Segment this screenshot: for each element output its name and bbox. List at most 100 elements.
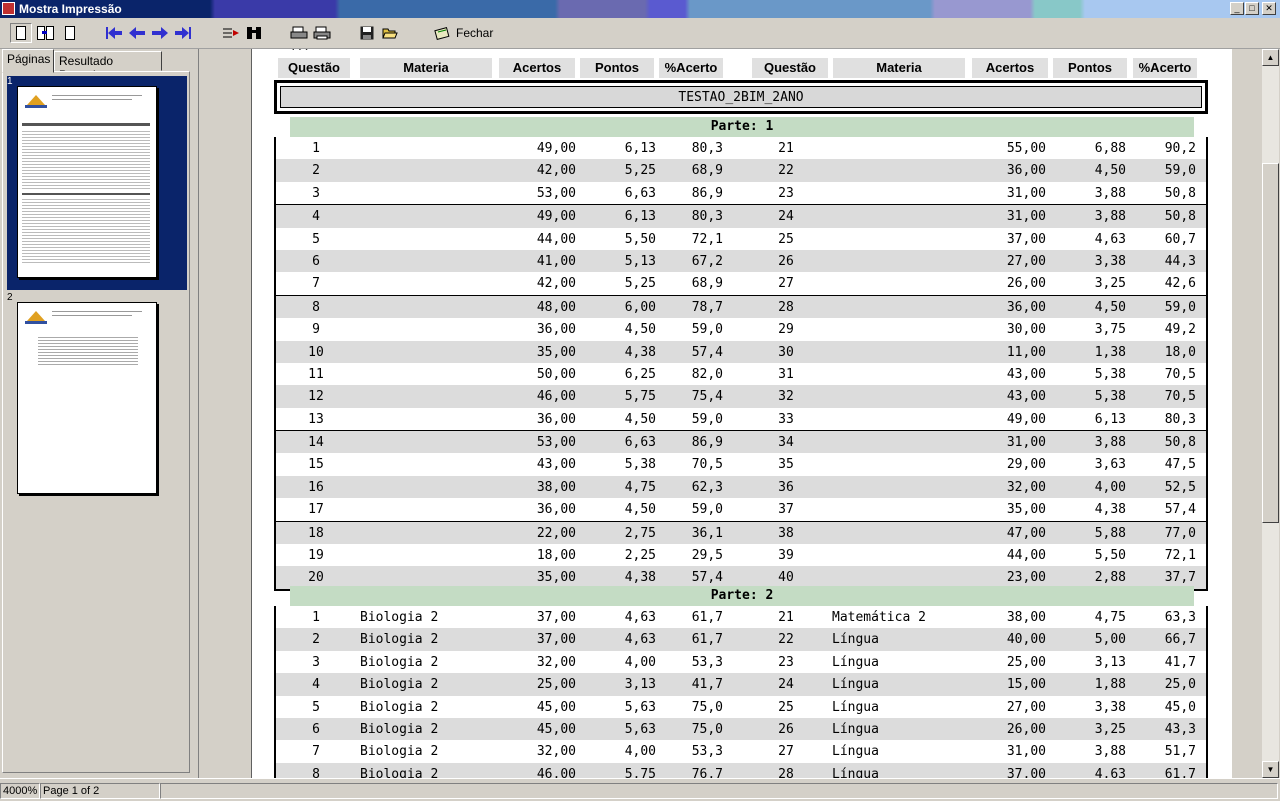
- percent-cell: 61,7: [691, 632, 723, 648]
- percent-cell: 59,0: [1164, 299, 1196, 315]
- preview-area[interactable]: ... Questão Materia Acertos Pontos %Acer…: [198, 49, 1263, 778]
- question-num-cell: 5: [312, 231, 320, 247]
- table-row: 13 36,00 4,50 59,0 33 49,00 6,13 80,3: [276, 408, 1206, 430]
- points-cell: 4,50: [624, 411, 656, 427]
- hits-cell: 22,00: [536, 525, 576, 541]
- percent-cell: 44,3: [1164, 253, 1196, 269]
- first-page-button[interactable]: [104, 23, 124, 43]
- scroll-down-button[interactable]: ▼: [1262, 761, 1279, 778]
- points-cell: 4,63: [1094, 231, 1126, 247]
- points-cell: 2,88: [1094, 570, 1126, 586]
- table-row: 5 44,00 5,50 72,1 25 37,00 4,63 60,7: [276, 228, 1206, 250]
- question-num-cell: 2: [312, 632, 320, 648]
- hits-cell: 37,00: [536, 610, 576, 625]
- hits-cell: 31,00: [1006, 435, 1046, 451]
- percent-cell: 75,0: [691, 699, 723, 715]
- page-width-button[interactable]: [60, 23, 80, 43]
- status-message: [160, 783, 1278, 799]
- points-cell: 3,13: [624, 677, 656, 693]
- subject-cell: Biologia 2: [360, 744, 439, 760]
- subject-cell: Língua: [832, 654, 879, 670]
- scroll-up-button[interactable]: ▲: [1262, 49, 1279, 66]
- question-num-cell: 11: [308, 366, 324, 382]
- question-num-cell: 14: [308, 435, 324, 451]
- points-cell: 6,25: [624, 366, 656, 382]
- vertical-scrollbar[interactable]: ▲ ▼: [1262, 49, 1279, 778]
- print-button[interactable]: [311, 23, 333, 43]
- binoculars-icon: [247, 27, 261, 39]
- subject-cell: Matemática 2: [832, 610, 926, 625]
- percent-cell: 66,7: [1164, 632, 1196, 648]
- points-cell: 5,13: [624, 253, 656, 269]
- points-cell: 2,25: [624, 548, 656, 564]
- two-page-view-button[interactable]: [34, 23, 58, 43]
- hits-cell: 37,00: [536, 632, 576, 648]
- hits-cell: 36,00: [1006, 163, 1046, 179]
- scroll-thumb[interactable]: [1262, 163, 1279, 523]
- points-cell: 5,00: [1094, 632, 1126, 648]
- points-cell: 4,50: [624, 322, 656, 338]
- question-num-cell: 18: [308, 525, 324, 541]
- next-page-button[interactable]: [150, 23, 170, 43]
- clipped-header-text: ...: [290, 49, 310, 53]
- col-header: Pontos: [1053, 58, 1127, 78]
- percent-cell: 47,5: [1164, 457, 1196, 473]
- points-cell: 4,75: [1094, 610, 1126, 625]
- percent-cell: 70,5: [1164, 389, 1196, 405]
- page-thumbnail-1[interactable]: [17, 86, 157, 278]
- subject-cell: Biologia 2: [360, 610, 439, 625]
- hits-cell: 42,00: [536, 163, 576, 179]
- table-row: 1 Biologia 2 37,00 4,63 61,7 21 Matemática 2 38…: [276, 606, 1206, 628]
- question-num-cell: 1: [312, 141, 320, 156]
- points-cell: 3,88: [1094, 435, 1126, 451]
- question-num-cell: 16: [308, 479, 324, 495]
- tab-resultado-pesquisa[interactable]: Resultado Pesquisa: [54, 51, 162, 82]
- hits-cell: 49,00: [536, 141, 576, 156]
- thumbnail-number: 2: [7, 292, 13, 303]
- points-cell: 3,88: [1094, 209, 1126, 225]
- previous-page-button[interactable]: [127, 23, 147, 43]
- hits-cell: 30,00: [1006, 322, 1046, 338]
- percent-cell: 82,0: [691, 366, 723, 382]
- close-button[interactable]: ✕: [1262, 2, 1276, 15]
- question-num-cell: 29: [778, 322, 794, 338]
- page-thumbnail-2[interactable]: [17, 302, 157, 494]
- print-setup-button[interactable]: [288, 23, 310, 43]
- hits-cell: 45,00: [536, 699, 576, 715]
- question-num-cell: 8: [312, 299, 320, 315]
- hits-cell: 35,00: [1006, 502, 1046, 518]
- left-panel: Páginas Resultado Pesquisa 1 2: [0, 49, 197, 778]
- percent-cell: 18,0: [1164, 344, 1196, 360]
- open-button[interactable]: [379, 23, 401, 43]
- points-cell: 3,25: [1094, 276, 1126, 292]
- question-num-cell: 13: [308, 411, 324, 427]
- tab-paginas[interactable]: Páginas: [2, 49, 54, 73]
- hits-cell: 49,00: [1006, 411, 1046, 427]
- thumbnail-list[interactable]: 1 2: [2, 71, 190, 773]
- last-page-button[interactable]: [173, 23, 193, 43]
- points-cell: 4,00: [1094, 479, 1126, 495]
- question-num-cell: 36: [778, 479, 794, 495]
- points-cell: 5,88: [1094, 525, 1126, 541]
- arrow-right-icon: [152, 27, 168, 39]
- save-button[interactable]: [356, 23, 378, 43]
- table-row: 9 36,00 4,50 59,0 29 30,00 3,75 49,2: [276, 318, 1206, 340]
- goto-page-button[interactable]: [220, 23, 242, 43]
- points-cell: 4,38: [624, 344, 656, 360]
- minimize-button[interactable]: _: [1230, 2, 1244, 15]
- maximize-button[interactable]: □: [1245, 2, 1259, 15]
- search-button[interactable]: [243, 23, 265, 43]
- table-row: 3 Biologia 2 32,00 4,00 53,3 23 Língua 25,00 3,1…: [276, 651, 1206, 673]
- table-row: 17 36,00 4,50 59,0 37 35,00 4,38 57,4: [276, 498, 1206, 520]
- points-cell: 4,00: [624, 744, 656, 760]
- points-cell: 4,50: [1094, 163, 1126, 179]
- app-icon[interactable]: [2, 2, 15, 15]
- question-num-cell: 35: [778, 457, 794, 473]
- points-cell: 5,25: [624, 276, 656, 292]
- table-row: 2 42,00 5,25 68,9 22 36,00 4,50 59,0: [276, 159, 1206, 182]
- single-page-view-button[interactable]: [10, 23, 32, 43]
- question-num-cell: 10: [308, 344, 324, 360]
- table-row: 1 49,00 6,13 80,3 21 55,00 6,88 90,2: [276, 137, 1206, 159]
- fechar-button[interactable]: Fechar: [434, 23, 498, 43]
- hits-cell: 32,00: [536, 744, 576, 760]
